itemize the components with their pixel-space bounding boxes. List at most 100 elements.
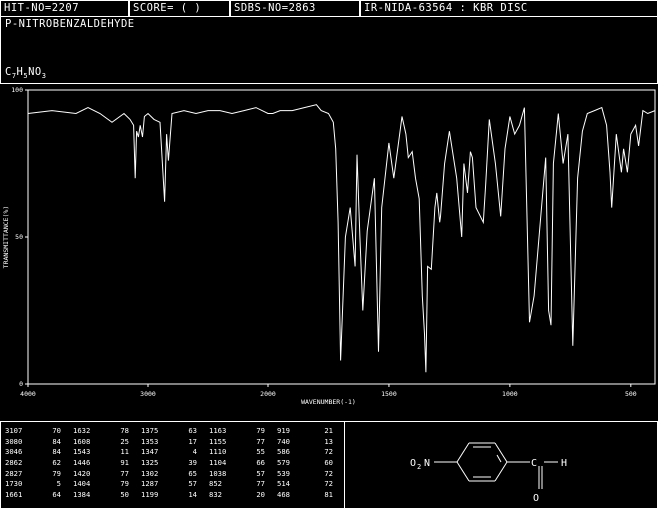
peak-transmittance: 84 (52, 447, 61, 457)
ir-code: IR-NIDA-63564 : KBR DISC (364, 2, 528, 14)
peak-row: 1404 79 (73, 479, 139, 490)
peak-row: 3080 84 (5, 437, 71, 448)
peak-row: 1302 65 (141, 469, 207, 480)
peak-row: 1632 78 (73, 426, 139, 437)
peak-wavenumber: 1404 (73, 479, 91, 489)
x-axis-label: WAVENUMBER(-1) (301, 398, 356, 406)
peak-row: 1038 57 (209, 469, 275, 480)
peak-wavenumber: 1608 (73, 436, 91, 446)
peak-transmittance: 84 (52, 436, 61, 446)
peak-transmittance: 66 (256, 458, 265, 468)
peak-wavenumber: 1347 (141, 447, 159, 457)
peak-transmittance: 39 (188, 458, 197, 468)
peak-wavenumber: 1110 (209, 447, 227, 457)
peak-transmittance: 14 (188, 490, 197, 500)
peak-row: 3046 84 (5, 447, 71, 458)
peak-transmittance: 70 (52, 426, 61, 435)
peak-wavenumber: 1302 (141, 468, 159, 478)
peak-wavenumber: 579 (277, 458, 290, 468)
peak-row: 539 72 (277, 469, 343, 480)
peak-wavenumber: 539 (277, 468, 290, 478)
peak-wavenumber: 1543 (73, 447, 91, 457)
peak-row: 740 13 (277, 437, 343, 448)
peak-row: 1384 50 (73, 490, 139, 501)
peak-row: 1155 77 (209, 437, 275, 448)
score: SCORE= ( ) (133, 2, 202, 14)
peak-wavenumber: 1287 (141, 479, 159, 489)
peak-wavenumber: 1325 (141, 458, 159, 468)
peak-wavenumber: 1375 (141, 426, 159, 435)
peak-column: 1163 79 1155 77 1110 55 1104 66 1038 57 852 77 832 20 (209, 426, 275, 501)
peak-column: 919 21 740 13 586 72 579 60 539 72 514 72 468 81 (277, 426, 343, 501)
peak-wavenumber: 740 (277, 436, 290, 446)
peak-row: 1110 55 (209, 447, 275, 458)
peak-wavenumber: 1632 (73, 426, 91, 435)
peak-wavenumber: 832 (209, 490, 222, 500)
formula-c: C (5, 66, 12, 78)
peak-transmittance: 11 (120, 447, 129, 457)
peak-transmittance: 57 (188, 479, 197, 489)
peak-transmittance: 21 (324, 426, 333, 435)
peak-row: 468 81 (277, 490, 343, 501)
peak-row: 1446 91 (73, 458, 139, 469)
x-tick-label: 500 (625, 390, 637, 398)
peak-row: 852 77 (209, 479, 275, 490)
peak-transmittance: 81 (324, 490, 333, 500)
peak-row: 1661 64 (5, 490, 71, 501)
peak-row: 586 72 (277, 447, 343, 458)
y-tick-label: 100 (11, 86, 23, 94)
peak-wavenumber: 3046 (5, 447, 23, 457)
peak-row: 3107 70 (5, 426, 71, 437)
peak-wavenumber: 852 (209, 479, 222, 489)
peak-transmittance: 60 (324, 458, 333, 468)
peak-wavenumber: 586 (277, 447, 290, 457)
peak-transmittance: 13 (324, 436, 333, 446)
y-tick-label: 0 (19, 380, 23, 388)
peak-wavenumber: 1163 (209, 426, 227, 435)
nitro-group-o: O (410, 458, 416, 469)
peak-transmittance: 62 (52, 458, 61, 468)
aldehyde-hydrogen: H (561, 458, 567, 469)
hit-number: HIT-NO=2207 (4, 2, 80, 14)
sdbs-number: SDBS-NO=2863 (234, 2, 316, 14)
peak-transmittance: 55 (256, 447, 265, 457)
peak-row: 1730 5 (5, 479, 71, 490)
y-axis-label: TRANSMITTANCE(%) (2, 206, 10, 269)
peak-row: 1287 57 (141, 479, 207, 490)
peak-table: 3107 70 3080 84 3046 84 2862 62 2827 79 1730 5 1661 6… (0, 422, 344, 509)
peak-transmittance: 4 (192, 447, 197, 457)
y-axis-ticks: 100 50 0 (11, 86, 28, 388)
peak-column: 1375 63 1353 17 1347 4 1325 39 1302 65 1287 57 1199 1… (141, 426, 207, 501)
peak-wavenumber: 1384 (73, 490, 91, 500)
peak-transmittance: 72 (324, 468, 333, 478)
peak-transmittance: 17 (188, 436, 197, 446)
peak-wavenumber: 1661 (5, 490, 23, 500)
aldehyde-oxygen: O (533, 493, 539, 504)
peak-row: 1543 11 (73, 447, 139, 458)
peak-transmittance: 77 (256, 479, 265, 489)
molecular-formula: C7H5NO3 (5, 66, 46, 80)
peak-wavenumber: 3107 (5, 426, 23, 435)
spectrum-trace (27, 104, 656, 373)
peak-row: 1104 66 (209, 458, 275, 469)
peak-row: 579 60 (277, 458, 343, 469)
peak-transmittance: 57 (256, 468, 265, 478)
peak-row: 1608 25 (73, 437, 139, 448)
peak-row: 1163 79 (209, 426, 275, 437)
peak-wavenumber: 1730 (5, 479, 23, 489)
peak-wavenumber: 2827 (5, 468, 23, 478)
aldehyde-carbon: C (531, 458, 537, 469)
peak-row: 919 21 (277, 426, 343, 437)
peak-wavenumber: 2862 (5, 458, 23, 468)
benzene-ring (434, 442, 558, 489)
peak-transmittance: 78 (120, 426, 129, 435)
peak-column: 3107 70 3080 84 3046 84 2862 62 2827 79 1730 5 1661 6… (5, 426, 71, 501)
peak-row: 832 20 (209, 490, 275, 501)
peak-row: 1420 77 (73, 469, 139, 480)
peak-wavenumber: 919 (277, 426, 290, 435)
compound-name: P-NITROBENZALDEHYDE (5, 18, 135, 30)
peak-wavenumber: 1446 (73, 458, 91, 468)
nitro-group-n: N (424, 458, 430, 469)
peak-transmittance: 25 (120, 436, 129, 446)
x-tick-label: 3000 (140, 390, 156, 398)
